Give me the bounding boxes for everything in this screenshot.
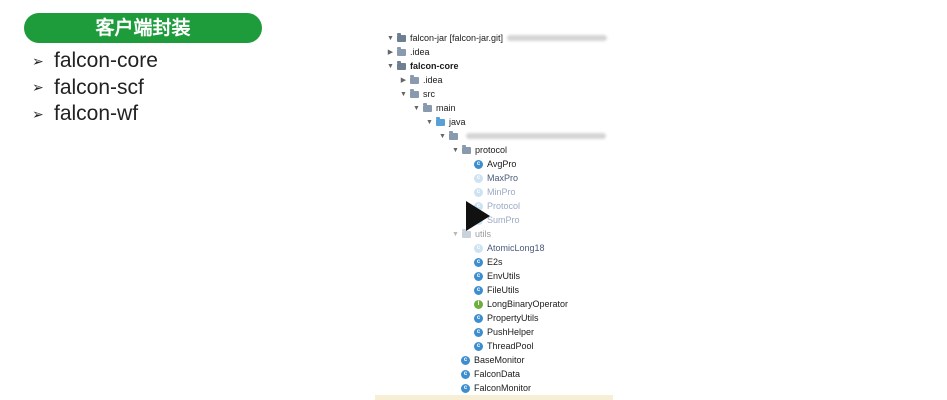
tree-leaf-class[interactable]: c AtomicLong18 [474,241,545,255]
bullet-item: ➢ falcon-scf [32,75,158,102]
project-tree-panel: ▼ falcon-jar [falcon-jar.git] ▶ .idea ▼ fal… [375,28,613,400]
class-icon: c [474,173,483,183]
tree-leaf-class[interactable]: c MinPro [474,185,516,199]
bullet-item: ➢ falcon-wf [32,101,158,128]
arrow-bullet-icon: ➢ [32,105,44,122]
slide-title: 客户端封装 [24,13,262,43]
folder-icon [410,74,419,84]
tree-leaf-class[interactable]: c MaxPro [474,171,518,185]
tree-label: AvgPro [487,159,517,169]
expand-arrow-icon[interactable]: ▼ [386,35,395,42]
tree-leaf-interface[interactable]: I LongBinaryOperator [474,297,568,311]
tree-leaf-class[interactable]: c PropertyUtils [474,311,539,325]
tree-node-main[interactable]: ▼ main [412,101,456,115]
folder-icon [423,102,432,112]
expand-arrow-icon[interactable]: ▼ [399,91,408,98]
module-folder-icon [397,32,406,42]
tree-label: src [423,89,435,99]
tree-node-idea-top[interactable]: ▶ .idea [386,45,430,59]
tree-node-root[interactable]: ▼ falcon-jar [falcon-jar.git] [386,31,608,45]
tree-label: PushHelper [487,327,535,337]
expand-arrow-icon[interactable]: ▼ [386,63,395,70]
class-icon: c [461,355,470,365]
tree-node-falcon-core[interactable]: ▼ falcon-core [386,59,459,73]
tree-label: SumPro [487,215,520,225]
tree-label: .idea [423,75,443,85]
tree-leaf-class[interactable]: c FalconData [461,367,520,381]
tree-leaf-class[interactable]: c AvgPro [474,157,516,171]
bullet-item: ➢ falcon-core [32,48,158,75]
tree-label: java [449,117,466,127]
class-icon: c [474,159,483,169]
blurred-package-name [466,133,606,139]
tree-label: main [436,103,456,113]
bullet-text: falcon-scf [54,75,144,99]
class-icon: c [474,285,483,295]
tree-label: falcon-core [410,61,459,71]
tree-label: falcon-jar [falcon-jar.git] [410,33,504,43]
tree-label: AtomicLong18 [487,243,545,253]
folder-icon [410,88,419,98]
bullet-text: falcon-core [54,49,158,73]
arrow-bullet-icon: ➢ [32,52,44,69]
package-icon [462,144,471,154]
bullet-text: falcon-wf [54,102,139,126]
tree-label: .idea [410,47,430,57]
class-icon: c [474,313,483,323]
class-icon: c [474,243,483,253]
package-icon [449,130,458,140]
class-icon: c [461,369,470,379]
tree-label: E2s [487,257,503,267]
source-folder-icon [436,116,445,126]
tree-node-src[interactable]: ▼ src [399,87,435,101]
tree-node-idea[interactable]: ▶ .idea [399,73,443,87]
tree-label: PropertyUtils [487,313,539,323]
bullet-list: ➢ falcon-core ➢ falcon-scf ➢ falcon-wf [32,48,158,128]
expand-arrow-icon[interactable]: ▼ [412,105,421,112]
tree-leaf-class[interactable]: c FileUtils [474,283,519,297]
tree-leaf-class[interactable]: c ThreadPool [474,339,534,353]
tree-label: MinPro [487,187,516,197]
tree-label: protocol [475,145,508,155]
class-icon: c [474,341,483,351]
expand-arrow-icon[interactable]: ▼ [425,119,434,126]
tree-label: LongBinaryOperator [487,299,569,309]
expand-arrow-icon[interactable]: ▼ [451,231,460,238]
package-icon [462,228,471,238]
tree-label: MaxPro [487,173,519,183]
tree-node-protocol[interactable]: ▼ protocol [451,143,507,157]
tree-label: Protocol [487,201,521,211]
interface-icon: I [474,299,483,309]
class-icon: c [474,327,483,337]
tree-leaf-class[interactable]: c FalconMonitor [461,381,531,395]
tree-leaf-class[interactable]: c PushHelper [474,325,534,339]
play-icon[interactable] [466,201,490,231]
tree-node-package-blurred[interactable]: ▼ [438,129,606,143]
class-icon: c [474,187,483,197]
expand-arrow-icon[interactable]: ▶ [386,48,395,56]
panel-footer-strip [375,395,613,400]
expand-arrow-icon[interactable]: ▼ [438,133,447,140]
expand-arrow-icon[interactable]: ▶ [399,76,408,84]
arrow-bullet-icon: ➢ [32,79,44,96]
class-icon: c [474,271,483,281]
tree-label: ThreadPool [487,341,534,351]
tree-leaf-class[interactable]: c BaseMonitor [461,353,525,367]
tree-label: FalconData [474,369,521,379]
tree-label: FileUtils [487,285,520,295]
expand-arrow-icon[interactable]: ▼ [451,147,460,154]
tree-leaf-class[interactable]: c E2s [474,255,503,269]
module-folder-icon [397,60,406,70]
folder-icon [397,46,406,56]
tree-label: BaseMonitor [474,355,525,365]
class-icon: c [461,383,470,393]
class-icon: c [474,257,483,267]
tree-node-java[interactable]: ▼ java [425,115,466,129]
tree-label: EnvUtils [487,271,521,281]
tree-leaf-class[interactable]: c EnvUtils [474,269,520,283]
blurred-path [507,35,608,41]
tree-label: FalconMonitor [474,383,532,393]
